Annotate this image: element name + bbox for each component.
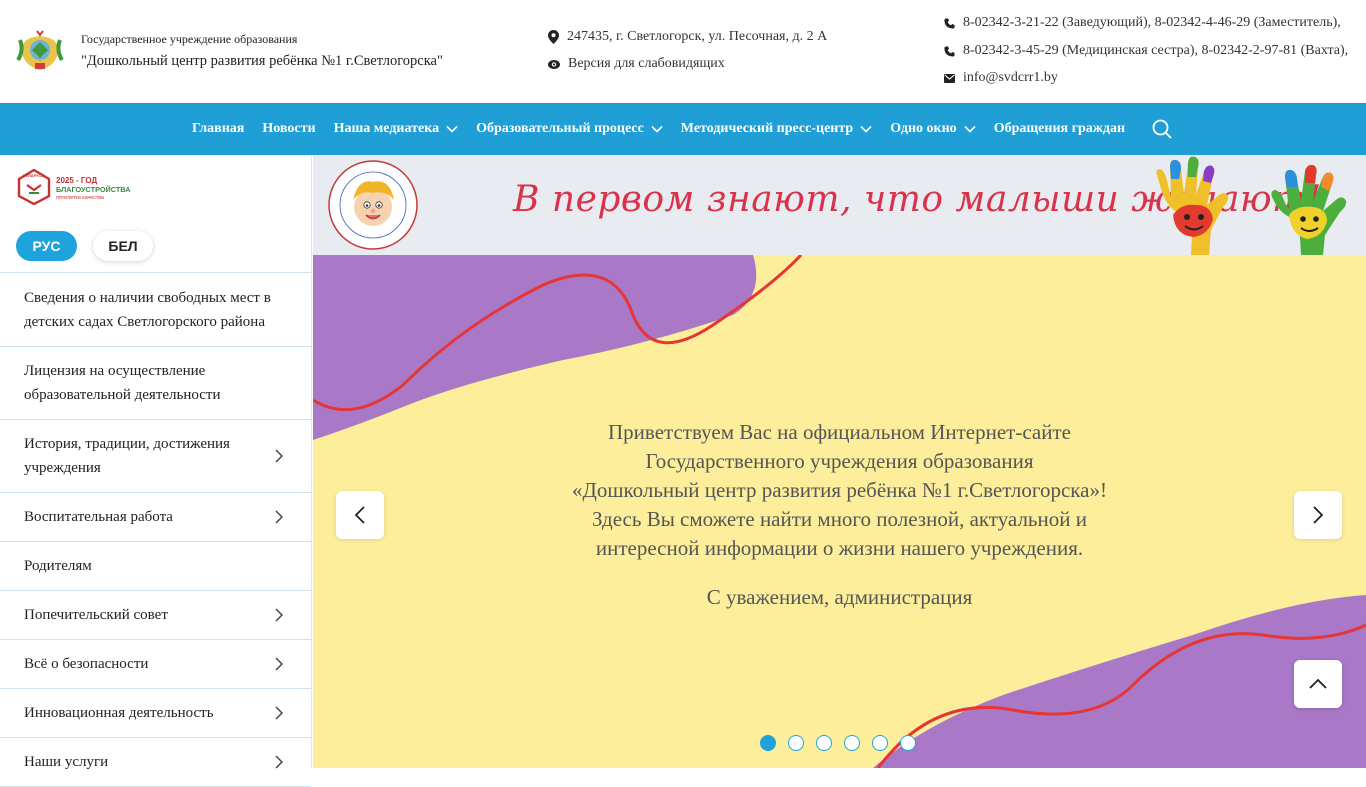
phone-line-2-text[interactable]: 8-02342-3-45-29 (Медицинская сестра), 8-… — [963, 43, 1348, 59]
eye-icon — [548, 59, 560, 69]
sidebar-menu: Сведения о наличии свободных мест в детс… — [0, 272, 311, 787]
chevron-down-icon — [964, 125, 976, 133]
sidebar-item-license[interactable]: Лицензия на осуществление образовательно… — [0, 347, 311, 420]
nav-item-label[interactable]: Главная — [192, 121, 244, 137]
slider-dot[interactable] — [872, 735, 888, 751]
chevron-right-icon — [275, 510, 283, 524]
nav-item-media[interactable]: Наша медиатека — [334, 121, 459, 137]
scroll-to-top-button[interactable] — [1294, 660, 1342, 708]
nav-item-label[interactable]: Образовательный процесс — [476, 121, 644, 137]
sidebar-item-label[interactable]: Инновационная деятельность — [24, 701, 214, 725]
welcome-regards: С уважением, администрация — [706, 585, 973, 609]
slider-pagination — [760, 735, 928, 751]
low-vision-label[interactable]: Версия для слабовидящих — [568, 56, 725, 72]
welcome-line: интересной информации о жизни нашего учр… — [595, 536, 1084, 560]
address: 247435, г. Светлогорск, ул. Песочная, д.… — [548, 29, 827, 45]
sidebar-item-label[interactable]: Родителям — [24, 554, 92, 578]
chevron-down-icon — [651, 125, 663, 133]
welcome-text: Приветствуем Вас на официальном Интернет… — [493, 418, 1186, 563]
badge-motto: пятилетка качества — [56, 195, 104, 201]
sidebar-item-trustees[interactable]: Попечительский совет — [0, 591, 311, 640]
sidebar-item-label[interactable]: Лицензия на осуществление образовательно… — [24, 359, 271, 407]
sidebar-item-label[interactable]: История, традиции, достижения учреждения — [24, 432, 271, 480]
welcome-line: Здесь Вы сможете найти много полезной, а… — [592, 507, 1087, 531]
sidebar-item-label[interactable]: Всё о безопасности — [24, 652, 148, 676]
org-subtitle: Государственное учреждение образования — [81, 32, 298, 46]
year-of-improvement-badge[interactable]: БЕЛАРУСЬ 2025 - ГОД БЛАГОУСТРОЙСТВА пяти… — [17, 169, 132, 205]
main-nav: Главная Новости Наша медиатека Образоват… — [0, 103, 1366, 155]
painted-hands-image — [1156, 156, 1347, 255]
address-text: 247435, г. Светлогорск, ул. Песочная, д.… — [567, 29, 828, 44]
chevron-right-icon — [275, 657, 283, 671]
nav-item-label[interactable]: Наша медиатека — [334, 121, 440, 137]
chevron-right-icon — [1313, 506, 1323, 524]
welcome-slider: Приветствуем Вас на официальном Интернет… — [313, 255, 1366, 768]
slider-next-button[interactable] — [1294, 491, 1342, 539]
chevron-left-icon — [355, 506, 365, 524]
sidebar-item-parents[interactable]: Родителям — [0, 542, 311, 591]
envelope-icon — [944, 73, 955, 83]
nav-item-home[interactable]: Главная — [192, 121, 244, 137]
sidebar-item-safety[interactable]: Всё о безопасности — [0, 640, 311, 689]
sidebar: БЕЛАРУСЬ 2025 - ГОД БЛАГОУСТРОЙСТВА пяти… — [0, 155, 312, 787]
sidebar-item-label[interactable]: Наши услуги — [24, 750, 108, 774]
search-icon[interactable] — [1152, 119, 1172, 139]
phone-line-1-text[interactable]: 8-02342-3-21-22 (Заведующий), 8-02342-4-… — [963, 15, 1341, 31]
nav-item-news[interactable]: Новости — [262, 121, 315, 137]
nav-item-one-window[interactable]: Одно окно — [890, 121, 976, 137]
welcome-line: Государственного учреждения образования — [645, 449, 1034, 473]
slider-dot[interactable] — [760, 735, 776, 751]
nav-item-education[interactable]: Образовательный процесс — [476, 121, 663, 137]
kindergarten-logo[interactable] — [328, 160, 418, 250]
badge-year: 2025 - ГОД — [56, 176, 97, 185]
slider-dot[interactable] — [788, 735, 804, 751]
phone-line-1[interactable]: 8-02342-3-21-22 (Заведующий), 8-02342-4-… — [944, 15, 1341, 31]
nav-item-appeals[interactable]: Обращения граждан — [994, 121, 1125, 137]
nav-item-label[interactable]: Методический пресс-центр — [681, 121, 853, 137]
chevron-right-icon — [275, 706, 283, 720]
header-banner: В первом знают, что малыши желают! — [313, 155, 1366, 255]
email-link[interactable]: info@svdcrr1.by — [944, 70, 1058, 86]
sidebar-item-label[interactable]: Сведения о наличии свободных мест в детс… — [24, 286, 271, 334]
sidebar-item-upbringing[interactable]: Воспитательная работа — [0, 493, 311, 542]
low-vision-link[interactable]: Версия для слабовидящих — [548, 56, 725, 72]
welcome-line: Приветствуем Вас на официальном Интернет… — [608, 420, 1071, 444]
email-text[interactable]: info@svdcrr1.by — [963, 70, 1058, 86]
nav-item-label[interactable]: Одно окно — [890, 121, 957, 137]
chevron-down-icon — [860, 125, 872, 133]
phone-line-2[interactable]: 8-02342-3-45-29 (Медицинская сестра), 8-… — [944, 43, 1348, 59]
sidebar-item-history[interactable]: История, традиции, достижения учреждения — [0, 420, 311, 493]
nav-item-press-center[interactable]: Методический пресс-центр — [681, 121, 872, 137]
chevron-up-icon — [1309, 679, 1327, 689]
slider-dot[interactable] — [844, 735, 860, 751]
org-name[interactable]: "Дошкольный центр развития ребёнка №1 г.… — [81, 53, 443, 70]
map-pin-icon — [548, 30, 559, 44]
phone-icon — [944, 45, 955, 57]
sidebar-item-services[interactable]: Наши услуги — [0, 738, 311, 787]
sidebar-item-innovation[interactable]: Инновационная деятельность — [0, 689, 311, 738]
badge-country: БЕЛАРУСЬ — [23, 174, 44, 178]
slider-dot[interactable] — [900, 735, 916, 751]
lang-ru-button[interactable]: РУС — [16, 231, 77, 261]
chevron-right-icon — [275, 755, 283, 769]
slider-dot[interactable] — [816, 735, 832, 751]
chevron-down-icon — [446, 125, 458, 133]
slider-prev-button[interactable] — [336, 491, 384, 539]
phone-icon — [944, 17, 955, 29]
site-header: Государственное учреждение образования "… — [0, 0, 1366, 103]
nav-items: Главная Новости Наша медиатека Образоват… — [192, 103, 1143, 155]
state-emblem-icon[interactable] — [16, 30, 64, 72]
welcome-line: «Дошкольный центр развития ребёнка №1 г.… — [572, 478, 1107, 502]
badge-theme: БЛАГОУСТРОЙСТВА — [56, 185, 131, 194]
chevron-right-icon — [275, 608, 283, 622]
nav-item-label[interactable]: Новости — [262, 121, 315, 137]
nav-item-label[interactable]: Обращения граждан — [994, 121, 1125, 137]
chevron-right-icon — [275, 449, 283, 463]
sidebar-item-label[interactable]: Воспитательная работа — [24, 505, 173, 529]
lang-by-button[interactable]: БЕЛ — [93, 231, 153, 261]
sidebar-item-free-places[interactable]: Сведения о наличии свободных мест в детс… — [0, 273, 311, 347]
sidebar-item-label[interactable]: Попечительский совет — [24, 603, 168, 627]
